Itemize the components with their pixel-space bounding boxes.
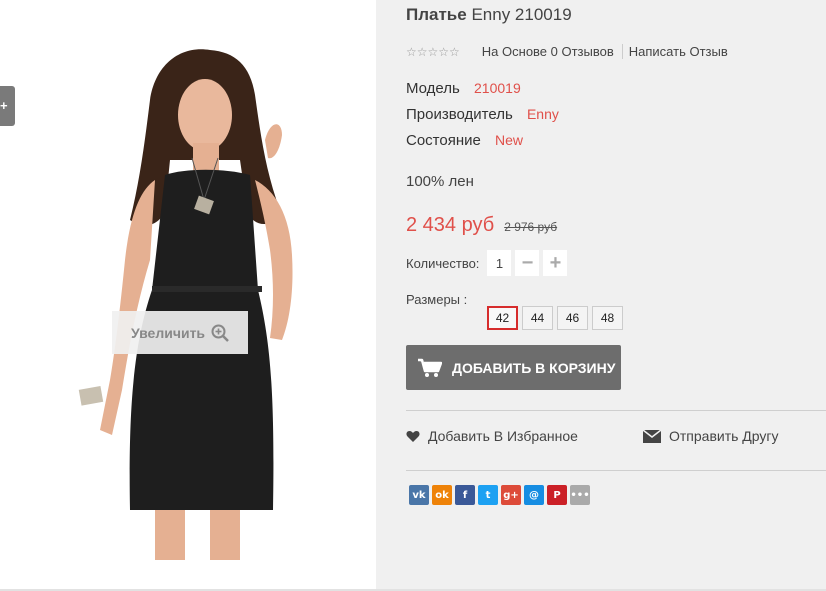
size-option-44[interactable]: 44 (522, 306, 553, 330)
condition-value: New (495, 132, 524, 148)
odnoklassniki-icon[interactable]: ok (432, 485, 452, 505)
share-buttons: vk ok f t g+ @ P ••• (409, 485, 590, 505)
model-value: 210019 (474, 80, 521, 96)
product-title-name: Платье (406, 5, 467, 24)
quantity-row: Количество: 1 − + (406, 250, 568, 276)
wishlist-label: Добавить В Избранное (428, 428, 578, 444)
more-icon[interactable]: ••• (570, 485, 590, 505)
size-options: 42 44 46 48 (487, 306, 623, 330)
product-gallery: + Увеличить (0, 0, 376, 589)
plus-icon: + (0, 98, 8, 113)
quantity-minus-button[interactable]: − (515, 250, 540, 276)
send-friend-label: Отправить Другу (669, 428, 779, 444)
side-tab[interactable]: + (0, 86, 15, 126)
cart-icon (418, 358, 442, 377)
manufacturer-link[interactable]: Enny (527, 106, 559, 122)
twitter-icon[interactable]: t (478, 485, 498, 505)
google-plus-icon[interactable]: g+ (501, 485, 521, 505)
model-label: Модель (406, 80, 460, 97)
condition-row: Состояние New (406, 132, 523, 149)
reviews-link[interactable]: На Основе 0 Отзывов (482, 44, 614, 59)
quantity-input[interactable]: 1 (487, 250, 512, 276)
write-review-link[interactable]: Написать Отзыв (629, 44, 728, 59)
manufacturer-row: Производитель Enny (406, 106, 559, 123)
condition-label: Состояние (406, 132, 481, 149)
size-option-42[interactable]: 42 (487, 306, 518, 330)
zoom-label: Увеличить (130, 324, 206, 341)
mail-icon[interactable]: @ (524, 485, 544, 505)
envelope-icon (643, 429, 661, 443)
manufacturer-label: Производитель (406, 106, 513, 123)
vk-icon[interactable]: vk (409, 485, 429, 505)
add-to-wishlist-link[interactable]: Добавить В Избранное (406, 428, 578, 444)
product-title: Платье Enny 210019 (406, 5, 572, 25)
size-option-48[interactable]: 48 (592, 306, 623, 330)
separator (621, 44, 623, 59)
price-row: 2 434 руб 2 976 руб (406, 214, 557, 237)
sizes-label: Размеры : (406, 292, 468, 307)
heart-icon (406, 430, 420, 442)
old-price: 2 976 руб (504, 220, 558, 234)
quantity-plus-button[interactable]: + (543, 250, 568, 276)
divider (406, 410, 826, 411)
quantity-label: Количество: (406, 255, 480, 271)
rating-stars-icon: ☆☆☆☆☆ (406, 44, 460, 59)
product-photo[interactable] (60, 40, 320, 560)
send-to-friend-link[interactable]: Отправить Другу (643, 428, 779, 444)
divider (406, 470, 826, 471)
zoom-in-icon (211, 324, 229, 342)
product-title-rest: Enny 210019 (471, 5, 572, 24)
add-to-cart-label: ДОБАВИТЬ В КОРЗИНУ (452, 359, 616, 376)
zoom-button[interactable]: Увеличить (112, 311, 248, 354)
pinterest-icon[interactable]: P (547, 485, 567, 505)
price: 2 434 руб (406, 214, 495, 236)
material-text: 100% лен (406, 173, 474, 190)
size-option-46[interactable]: 46 (557, 306, 588, 330)
add-to-cart-button[interactable]: ДОБАВИТЬ В КОРЗИНУ (406, 345, 621, 390)
rating-row: ☆☆☆☆☆ На Основе 0 Отзывов Написать Отзыв (406, 44, 728, 59)
facebook-icon[interactable]: f (455, 485, 475, 505)
model-row: Модель 210019 (406, 80, 521, 97)
